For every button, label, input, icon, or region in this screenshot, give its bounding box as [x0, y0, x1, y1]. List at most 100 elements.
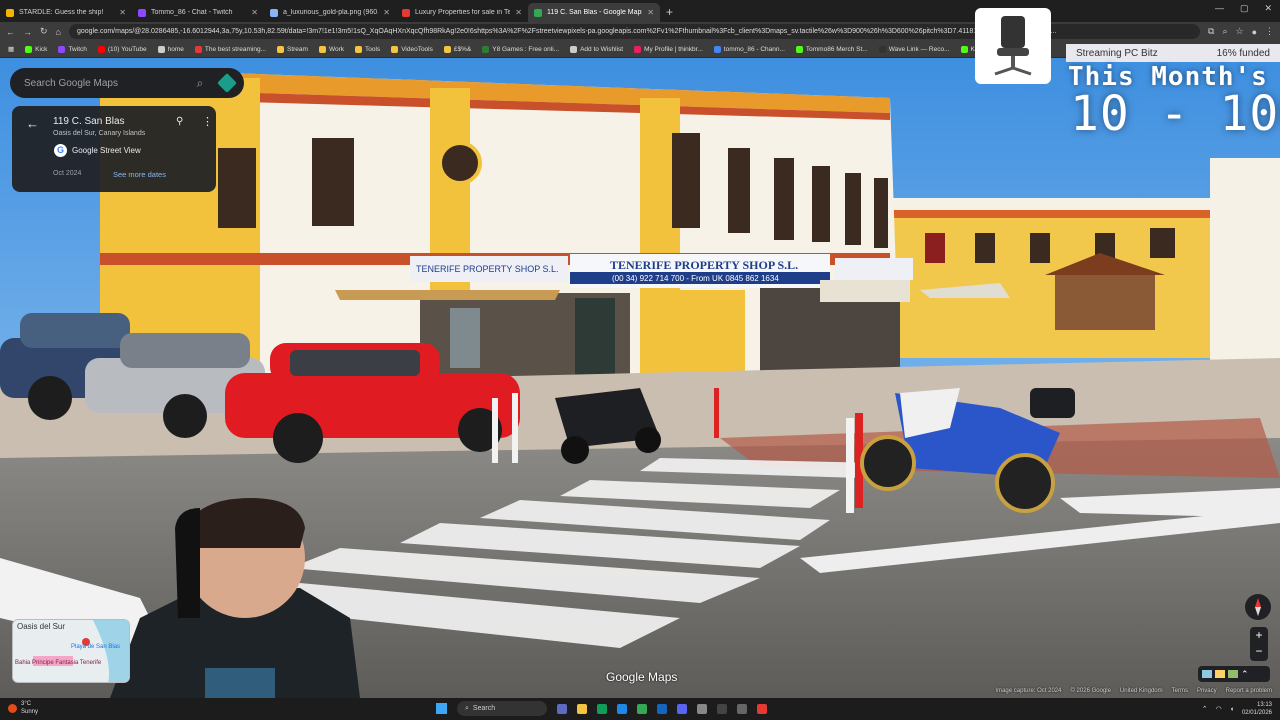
see-more-dates-link[interactable]: See more dates	[113, 170, 166, 179]
tab-favicon-icon	[270, 8, 278, 17]
weather-widget[interactable]: 3°C Sunny	[8, 700, 38, 716]
app-icon[interactable]	[737, 703, 747, 714]
capture-date: Oct 2024	[53, 170, 82, 177]
layer-thumb-icon	[1215, 670, 1225, 678]
minimap[interactable]: Oasis del Sur Playa de San Blas Bahia Pr…	[12, 619, 130, 683]
home-icon[interactable]: ⌂	[56, 27, 61, 37]
forward-icon[interactable]: →	[23, 27, 32, 37]
zoom-control: + −	[1250, 627, 1268, 661]
tab-close-icon[interactable]: ✕	[119, 8, 126, 17]
close-window-button[interactable]: ✕	[1264, 3, 1272, 14]
zoom-icon[interactable]: ⌕	[1222, 26, 1227, 37]
browser-tab[interactable]: a_luxurious_gold-pla.png (960... ✕	[264, 3, 396, 22]
bookmark-item[interactable]: Stream	[276, 45, 308, 53]
bookmark-item[interactable]: Kick	[25, 45, 48, 53]
browser-tab[interactable]: 119 C. San Blas - Google Maps ✕	[528, 3, 660, 22]
bookmark-item[interactable]: Twitch	[58, 45, 87, 53]
bookmark-icon	[276, 45, 284, 53]
window-controls: — ▢ ✕	[1215, 3, 1272, 14]
bookmark-item[interactable]: The best streaming...	[194, 45, 266, 53]
bookmark-label: Kick	[35, 45, 48, 53]
task-view-icon[interactable]	[557, 703, 567, 714]
edge-icon[interactable]	[597, 703, 607, 714]
google-maps-logo: Google Maps	[606, 670, 678, 684]
extensions-icon[interactable]: ⧉	[1208, 26, 1214, 37]
search-input[interactable]: Search Google Maps	[24, 78, 192, 89]
bookmark-label: Tommo86 Merch St...	[805, 45, 868, 53]
bookmark-icon	[194, 45, 202, 53]
bookmark-star-icon[interactable]: ☆	[1235, 26, 1243, 37]
shop-name-sign: TENERIFE PROPERTY SHOP S.L.	[610, 258, 798, 272]
discord-icon[interactable]	[677, 703, 687, 714]
privacy-link[interactable]: Privacy	[1197, 688, 1217, 694]
bookmark-item[interactable]: tommo_86 - Chann...	[713, 45, 785, 53]
bookmark-item[interactable]: £$%&	[443, 45, 471, 53]
attribution-region[interactable]: United Kingdom	[1120, 688, 1163, 694]
terms-link[interactable]: Terms	[1172, 688, 1188, 694]
clock[interactable]: 13:13 02/01/2026	[1242, 701, 1272, 717]
profile-icon[interactable]: ●	[1252, 27, 1257, 37]
browser-tab[interactable]: Luxury Properties for sale in Te... ✕	[396, 3, 528, 22]
layers-button[interactable]: ⌃	[1198, 666, 1270, 682]
office-chair-image	[975, 8, 1051, 84]
more-options-icon[interactable]: ⋮	[202, 115, 213, 128]
bookmark-icon	[25, 45, 33, 53]
obs-icon[interactable]	[757, 703, 767, 714]
maps-search-box[interactable]: Search Google Maps ⌕	[10, 68, 244, 98]
bookmark-icon	[318, 45, 326, 53]
app-icon[interactable]	[697, 703, 707, 714]
zoom-out-button[interactable]: −	[1250, 643, 1268, 659]
bookmark-item[interactable]: Work	[318, 45, 344, 53]
file-explorer-icon[interactable]	[577, 703, 587, 714]
bookmark-item[interactable]: My Profile | thinkbr...	[634, 45, 703, 53]
apps-icon[interactable]: ▦	[8, 45, 14, 53]
location-pin-icon[interactable]: ⚲	[176, 116, 183, 127]
bookmark-item[interactable]: home	[157, 45, 184, 53]
volume-icon[interactable]: ◖	[1230, 706, 1234, 713]
bookmark-item[interactable]: Tools	[355, 45, 380, 53]
back-arrow-icon[interactable]: ←	[26, 116, 39, 131]
bookmark-item[interactable]: VideoTools	[391, 45, 433, 53]
report-problem-link[interactable]: Report a problem	[1226, 688, 1272, 694]
place-subtitle: Oasis del Sur, Canary Islands	[53, 130, 146, 137]
wifi-icon[interactable]: ◠	[1216, 705, 1222, 713]
funding-goal-bar: Streaming PC Bitz 16% funded	[1066, 44, 1280, 62]
bookmark-icon	[355, 45, 362, 53]
bookmark-label: Wave Link — Reco...	[888, 45, 950, 53]
bookmark-label: My Profile | thinkbr...	[644, 45, 703, 53]
app-icon[interactable]	[717, 703, 727, 714]
browser-tab[interactable]: STARDLE: Guess the ship! ✕	[0, 3, 132, 22]
taskbar-search[interactable]: ⌕ Search	[457, 701, 547, 716]
directions-icon[interactable]	[217, 73, 237, 93]
reload-icon[interactable]: ↻	[40, 26, 48, 37]
zoom-in-button[interactable]: +	[1250, 627, 1268, 643]
bookmark-label: Y8 Games : Free onli...	[492, 45, 560, 53]
tray-chevron-icon[interactable]: ⌃	[1202, 705, 1208, 713]
vscode-icon[interactable]	[657, 703, 667, 714]
bookmark-item[interactable]: Wave Link — Reco...	[878, 45, 950, 53]
tab-close-icon[interactable]: ✕	[647, 8, 654, 17]
bookmark-item[interactable]: (10) YouTube	[97, 45, 147, 53]
bookmark-item[interactable]: Tommo86 Merch St...	[795, 45, 868, 53]
mail-icon[interactable]	[617, 703, 627, 714]
search-icon[interactable]: ⌕	[192, 76, 208, 91]
compass-icon[interactable]	[1245, 594, 1271, 620]
new-tab-button[interactable]: +	[660, 3, 679, 22]
bookmark-item[interactable]: Y8 Games : Free onli...	[482, 45, 560, 53]
maximize-button[interactable]: ▢	[1240, 3, 1249, 14]
windows-start-icon[interactable]	[436, 703, 447, 714]
search-icon: ⌕	[465, 705, 469, 712]
chrome-icon[interactable]	[637, 703, 647, 714]
minimize-button[interactable]: —	[1215, 3, 1224, 14]
minimap-label-area: Oasis del Sur	[17, 622, 65, 631]
source-label: Google Street View	[72, 146, 141, 155]
menu-icon[interactable]: ⋮	[1265, 26, 1274, 37]
tab-close-icon[interactable]: ✕	[251, 8, 258, 17]
left-shop-sign: TENERIFE PROPERTY SHOP S.L.	[416, 264, 559, 274]
browser-tab[interactable]: Tommo_86 - Chat - Twitch ✕	[132, 3, 264, 22]
tab-close-icon[interactable]: ✕	[515, 8, 522, 17]
bookmark-icon	[97, 45, 105, 53]
back-icon[interactable]: ←	[6, 27, 15, 37]
bookmark-item[interactable]: Add to Wishlist	[570, 45, 623, 53]
tab-close-icon[interactable]: ✕	[383, 8, 390, 17]
